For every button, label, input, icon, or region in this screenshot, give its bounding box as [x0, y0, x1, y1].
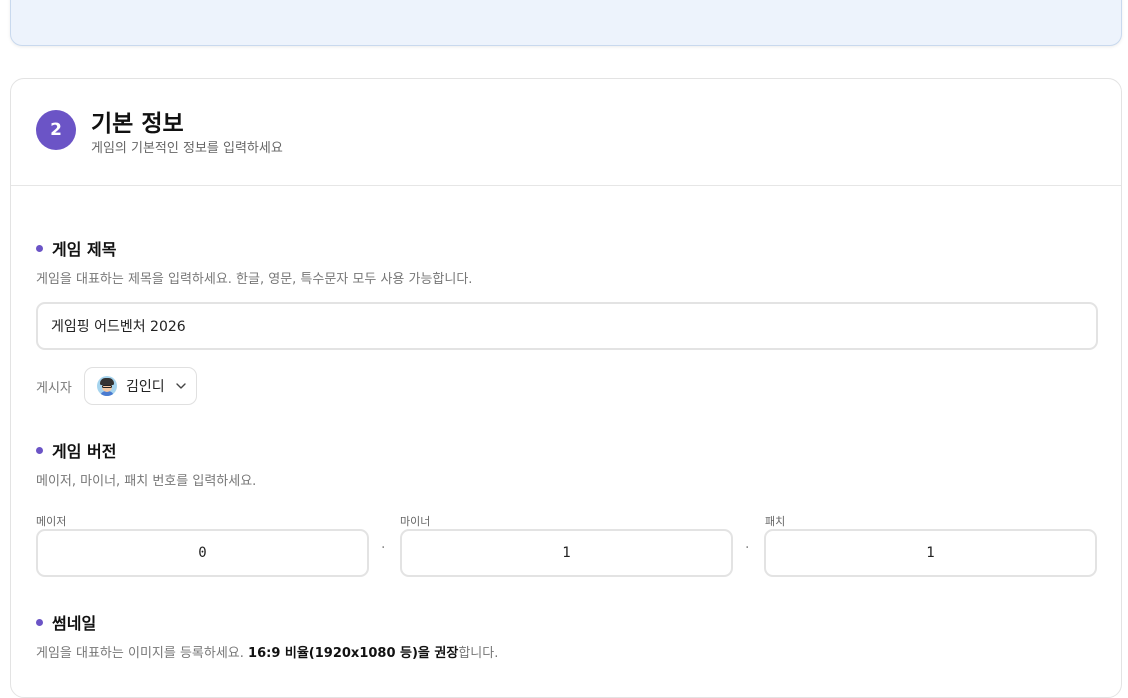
publisher-dropdown[interactable]: 김인디 — [84, 367, 197, 405]
thumbnail-description-text: 게임을 대표하는 이미지를 등록하세요. — [36, 646, 249, 661]
thumbnail-description-suffix: 합니다. — [458, 646, 499, 661]
game-title-label-text: 게임 제목 — [52, 240, 117, 259]
section-heading: 기본 정보 — [91, 111, 184, 137]
game-version-label-text: 게임 버전 — [52, 442, 117, 461]
chevron-down-icon — [175, 383, 186, 389]
patch-version-input[interactable]: 1 — [764, 529, 1097, 577]
bullet-dot-icon — [36, 244, 43, 252]
game-version-label: 게임 버전 — [36, 438, 116, 462]
publisher-label: 게시자 — [36, 381, 72, 396]
basic-info-header: 2 기본 정보 게임의 기본적인 정보를 입력하세요 — [11, 79, 1121, 186]
thumbnail-description: 게임을 대표하는 이미지를 등록하세요. 16:9 비율(1920x1080 등… — [36, 642, 498, 661]
developer-avatar-icon — [97, 376, 117, 396]
thumbnail-label: 썸네일 — [36, 610, 96, 634]
game-title-input-value: 게임핑 어드벤처 2026 — [51, 319, 186, 335]
version-separator: . — [745, 536, 750, 552]
major-version-value: 0 — [198, 545, 207, 561]
game-title-input[interactable]: 게임핑 어드벤처 2026 — [36, 302, 1098, 350]
bullet-dot-icon — [36, 618, 43, 626]
game-version-description: 메이저, 마이너, 패치 번호를 입력하세요. — [36, 474, 257, 489]
version-separator: . — [381, 536, 386, 552]
game-title-description: 게임을 대표하는 제목을 입력하세요. 한글, 영문, 특수문자 모두 사용 가… — [36, 272, 473, 287]
minor-version-input[interactable]: 1 — [400, 529, 733, 577]
thumbnail-recommendation: 16:9 비율(1920x1080 등)을 권장 — [248, 646, 459, 661]
step-number-badge: 2 — [36, 110, 76, 150]
minor-label: 마이너 — [400, 515, 431, 528]
publisher-name: 김인디 — [126, 379, 165, 395]
patch-version-value: 1 — [926, 545, 935, 561]
minor-version-value: 1 — [562, 545, 571, 561]
bullet-dot-icon — [36, 446, 43, 454]
patch-label: 패치 — [765, 515, 786, 528]
thumbnail-label-text: 썸네일 — [52, 614, 97, 633]
previous-section-card — [10, 0, 1122, 46]
basic-info-card: 2 기본 정보 게임의 기본적인 정보를 입력하세요 게임 제목 게임을 대표하… — [10, 78, 1122, 698]
section-subheading: 게임의 기본적인 정보를 입력하세요 — [91, 141, 283, 156]
major-label: 메이저 — [36, 515, 67, 528]
game-title-label: 게임 제목 — [36, 236, 116, 260]
major-version-input[interactable]: 0 — [36, 529, 369, 577]
